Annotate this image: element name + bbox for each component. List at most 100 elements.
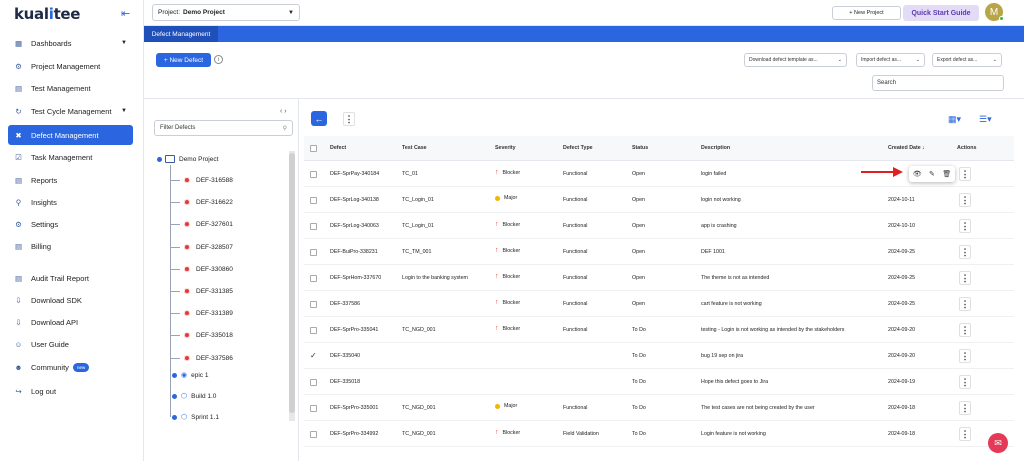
- expand-icon[interactable]: [157, 156, 162, 162]
- defect-id[interactable]: DEF-335040: [330, 353, 360, 359]
- column-header[interactable]: Status: [632, 145, 648, 151]
- more-options-button[interactable]: ⋮: [343, 112, 355, 126]
- table-row[interactable]: DEF-337586 ↑ Blocker Functional Open cart fea…: [304, 291, 1014, 317]
- defect-id[interactable]: DEF-SprPro-334992: [330, 431, 378, 437]
- row-actions-button[interactable]: ⋮: [959, 375, 971, 389]
- row-actions-button[interactable]: ⋮: [959, 401, 971, 415]
- table-row[interactable]: DEF-335018 To Do Hope this defect goes to …: [304, 369, 1014, 395]
- sidebar-item-test-management[interactable]: ▤ Test Management: [8, 78, 133, 98]
- table-row[interactable]: ✓ DEF-335040 To Do bug 19 sep on jira 2024-0…: [304, 343, 1014, 369]
- sidebar-item-reports[interactable]: ▤ Reports: [8, 170, 133, 190]
- app-logo[interactable]: kualitee: [14, 5, 80, 23]
- column-header[interactable]: Description: [701, 145, 730, 151]
- collapse-sidebar-icon[interactable]: ⇤: [121, 7, 130, 20]
- sidebar-item-insights[interactable]: ⚲ Insights: [8, 192, 133, 212]
- row-checkbox[interactable]: [310, 405, 317, 412]
- expand-icon[interactable]: [172, 414, 177, 420]
- row-checkbox[interactable]: [310, 301, 317, 308]
- sidebar-item-billing[interactable]: ▤ Billing: [8, 236, 133, 256]
- sidebar-item-community[interactable]: ☻ Community new: [8, 357, 133, 377]
- tree-group[interactable]: ⬡ Build 1.0: [172, 392, 216, 400]
- defect-id[interactable]: DEF-SprPro-335041: [330, 327, 378, 333]
- tree-leaf[interactable]: ✹ DEF-331385: [182, 287, 233, 296]
- table-row[interactable]: DEF-SprPro-335041 TC_NGD_001 ↑ Blocker Funct…: [304, 317, 1014, 343]
- sidebar-item-audit-trail-report[interactable]: ▤ Audit Trail Report: [8, 268, 133, 288]
- filter-defects-input[interactable]: Filter Defects ⚲: [154, 120, 293, 136]
- sidebar-item-defect-management[interactable]: ✖ Defect Management: [8, 125, 133, 145]
- tree-leaf[interactable]: ✹ DEF-330860: [182, 265, 233, 274]
- tab-defect-management[interactable]: Defect Management: [144, 26, 218, 42]
- defect-id[interactable]: DEF-335018: [330, 379, 360, 385]
- filter-icon[interactable]: ☰▾: [979, 114, 992, 125]
- column-header[interactable]: Test Case: [402, 145, 427, 151]
- row-checkbox[interactable]: [310, 249, 317, 256]
- sidebar-item-test-cycle-management[interactable]: ↻ Test Cycle Management ▼: [8, 101, 133, 121]
- row-checkbox[interactable]: [310, 197, 317, 204]
- tree-scrollbar[interactable]: [289, 151, 295, 421]
- new-defect-button[interactable]: + New Defect: [156, 53, 211, 67]
- defect-id[interactable]: DEF-SprPay-340184: [330, 171, 379, 177]
- table-row[interactable]: DEF-SprPro-334992 TC_NGD_001 ↑ Blocker Field…: [304, 421, 1014, 447]
- sidebar-item-settings[interactable]: ⚙ Settings: [8, 214, 133, 234]
- defect-id[interactable]: DEF-SprPro-335001: [330, 405, 378, 411]
- row-actions-button[interactable]: ⋮: [959, 219, 971, 233]
- column-header[interactable]: Defect Type: [563, 145, 593, 151]
- defect-id[interactable]: DEF-SprLog-340138: [330, 197, 379, 203]
- columns-icon[interactable]: ▦▾: [948, 114, 961, 125]
- tree-group[interactable]: ◉ epic 1: [172, 371, 208, 379]
- scrollbar-thumb[interactable]: [289, 153, 295, 413]
- tree-nav-arrows-icon[interactable]: ‹ ›: [280, 108, 287, 115]
- tree-leaf[interactable]: ✹ DEF-327601: [182, 220, 233, 229]
- tree-leaf[interactable]: ✹ DEF-316588: [182, 176, 233, 185]
- edit-icon[interactable]: ✎: [929, 170, 935, 178]
- row-checkbox[interactable]: [310, 275, 317, 282]
- view-icon[interactable]: 👁: [913, 170, 922, 178]
- column-header[interactable]: Severity: [495, 145, 516, 151]
- row-actions-button[interactable]: ⋮: [959, 167, 971, 181]
- avatar[interactable]: M: [985, 3, 1004, 21]
- tree-root[interactable]: Demo Project: [157, 155, 218, 163]
- tree-leaf[interactable]: ✹ DEF-316622: [182, 198, 233, 207]
- delete-icon[interactable]: 🗑: [942, 170, 951, 178]
- defect-id[interactable]: DEF-337586: [330, 301, 360, 307]
- tree-leaf[interactable]: ✹ DEF-331389: [182, 309, 233, 318]
- tree-group[interactable]: ⬡ Sprint 1.1: [172, 413, 219, 421]
- back-arrow-button[interactable]: ←: [311, 111, 327, 126]
- table-row[interactable]: DEF-SprHom-337670 Login to the banking sy…: [304, 265, 1014, 291]
- defect-id[interactable]: DEF-SprLog-340063: [330, 223, 379, 229]
- expand-icon[interactable]: [172, 393, 177, 399]
- sidebar-item-log-out[interactable]: ↪ Log out: [8, 381, 133, 401]
- row-actions-button[interactable]: ⋮: [959, 349, 971, 363]
- row-actions-button[interactable]: ⋮: [959, 427, 971, 441]
- table-row[interactable]: DEF-SprLog-340138 TC_Login_01 Major Functio…: [304, 187, 1014, 213]
- row-actions-button[interactable]: ⋮: [959, 323, 971, 337]
- chat-icon[interactable]: ✉: [988, 433, 1008, 453]
- new-project-button[interactable]: + New Project: [832, 6, 901, 20]
- checkmark-icon[interactable]: ✓: [310, 351, 317, 360]
- sidebar-item-download-api[interactable]: ⇩ Download API: [8, 312, 133, 332]
- expand-icon[interactable]: [172, 372, 177, 378]
- tree-leaf[interactable]: ✹ DEF-337586: [182, 354, 233, 363]
- row-checkbox[interactable]: [310, 223, 317, 230]
- download-template-button[interactable]: Download defect template as... ⌄: [744, 53, 847, 67]
- row-actions-button[interactable]: ⋮: [959, 271, 971, 285]
- sidebar-item-download-sdk[interactable]: ⇩ Download SDK: [8, 290, 133, 310]
- table-row[interactable]: DEF-SprPro-335001 TC_NGD_001 Major Function…: [304, 395, 1014, 421]
- search-input[interactable]: Search: [872, 75, 1004, 91]
- row-actions-button[interactable]: ⋮: [959, 245, 971, 259]
- defect-id[interactable]: DEF-SprHom-337670: [330, 275, 381, 281]
- tree-leaf[interactable]: ✹ DEF-328507: [182, 243, 233, 252]
- sidebar-item-user-guide[interactable]: ☺ User Guide: [8, 334, 133, 354]
- select-all-checkbox[interactable]: [310, 145, 317, 152]
- tree-leaf[interactable]: ✹ DEF-335018: [182, 331, 233, 340]
- row-checkbox[interactable]: [310, 327, 317, 334]
- column-header[interactable]: Created Date ↓: [888, 145, 925, 151]
- defect-id[interactable]: DEF-BuiPro-338231: [330, 249, 378, 255]
- sidebar-item-task-management[interactable]: ☑ Task Management: [8, 147, 133, 167]
- sidebar-item-project-management[interactable]: ⚙ Project Management: [8, 56, 133, 76]
- column-header[interactable]: Defect: [330, 145, 346, 151]
- row-actions-button[interactable]: ⋮: [959, 193, 971, 207]
- import-defect-button[interactable]: Import defect as... ⌄: [856, 53, 925, 67]
- quick-start-guide-button[interactable]: Quick Start Guide: [903, 5, 979, 21]
- table-row[interactable]: DEF-SprPay-340184 TC_01 ↑ Blocker Functional…: [304, 161, 1014, 187]
